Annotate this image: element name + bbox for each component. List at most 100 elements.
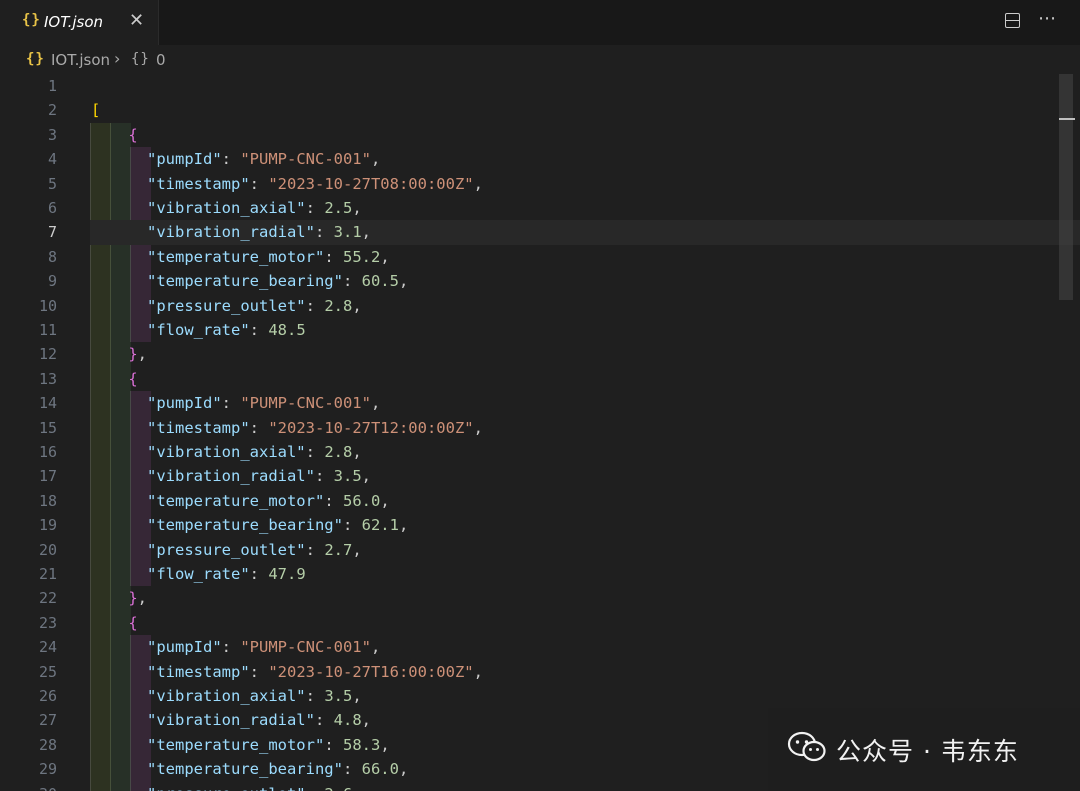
code-token: : bbox=[306, 785, 325, 791]
line-number: 10 bbox=[38, 296, 57, 315]
tab-iot-json[interactable]: {} IOT.json ✕ bbox=[0, 0, 159, 45]
scrollbar-thumb[interactable] bbox=[1059, 74, 1073, 300]
code-token: , bbox=[361, 711, 371, 730]
line-number: 14 bbox=[38, 394, 57, 413]
code-text: "timestamp": "2023-10-27T12:00:00Z", bbox=[91, 416, 483, 440]
close-icon[interactable]: ✕ bbox=[129, 10, 144, 32]
code-token: : bbox=[305, 296, 325, 315]
line-number: 9 bbox=[47, 272, 57, 291]
code-token: 48.5 bbox=[268, 321, 306, 339]
code-token: , bbox=[361, 467, 371, 486]
code-editor[interactable]: 1 2[3 {4 "pumpId": "PUMP-CNC-001", 5 "time… bbox=[0, 75, 1080, 791]
code-text: "vibration_axial": 3.5, bbox=[91, 684, 362, 708]
code-token: 62.1 bbox=[361, 516, 399, 535]
code-line[interactable] bbox=[0, 367, 1080, 391]
watermark-text: 公众号 · 韦东东 bbox=[836, 737, 1019, 766]
code-token: } bbox=[128, 345, 138, 364]
code-token: "timestamp" bbox=[147, 418, 250, 437]
line-number: 24 bbox=[38, 638, 57, 657]
code-text: "temperature_motor": 58.3, bbox=[91, 733, 390, 757]
code-token: , bbox=[352, 687, 362, 705]
code-text: "vibration_axial": 2.8, bbox=[91, 440, 362, 464]
code-line[interactable] bbox=[0, 123, 1080, 147]
line-number: 5 bbox=[47, 174, 57, 193]
code-token: "timestamp" bbox=[147, 662, 250, 681]
code-token: "PUMP-CNC-001" bbox=[240, 150, 371, 169]
code-line[interactable] bbox=[0, 586, 1080, 610]
code-text: "temperature_bearing": 66.0, bbox=[91, 757, 408, 781]
code-token: "pumpId" bbox=[147, 394, 222, 413]
line-number: 15 bbox=[38, 418, 57, 437]
code-token: , bbox=[370, 150, 381, 169]
line-number: 12 bbox=[38, 345, 57, 364]
code-token: "flow_rate" bbox=[147, 321, 250, 339]
code-line[interactable] bbox=[0, 342, 1080, 366]
code-token: , bbox=[370, 638, 381, 657]
chevron-right-icon: › bbox=[114, 49, 121, 68]
line-number: 2 bbox=[47, 101, 57, 120]
line-number: 23 bbox=[38, 613, 57, 632]
code-token: : bbox=[249, 565, 269, 583]
code-line[interactable] bbox=[0, 75, 1080, 98]
code-token: : bbox=[324, 735, 343, 754]
code-token: , bbox=[352, 443, 362, 461]
code-token: 3.5 bbox=[324, 687, 353, 705]
code-token: , bbox=[352, 199, 362, 217]
code-token: "pressure_outlet" bbox=[147, 785, 306, 791]
breadcrumb-item[interactable]: 0 bbox=[156, 51, 166, 69]
code-text: "pressure_outlet": 2.6, bbox=[91, 782, 362, 791]
code-token: , bbox=[398, 516, 409, 535]
code-token: , bbox=[398, 272, 409, 291]
code-token: , bbox=[352, 540, 362, 559]
code-token: "pumpId" bbox=[147, 150, 222, 169]
code-text: { bbox=[91, 123, 137, 147]
code-token: "temperature_bearing" bbox=[147, 272, 343, 291]
code-text: "timestamp": "2023-10-27T08:00:00Z", bbox=[91, 172, 483, 196]
line-number: 8 bbox=[47, 247, 57, 266]
line-number: 22 bbox=[38, 589, 57, 608]
code-token: : bbox=[221, 394, 241, 413]
code-token: 2.6 bbox=[324, 785, 352, 791]
code-token: { bbox=[128, 613, 138, 632]
code-token: { bbox=[128, 369, 138, 388]
breadcrumb-file[interactable]: IOT.json bbox=[51, 51, 110, 69]
code-token: 58.3 bbox=[342, 735, 381, 754]
code-token: , bbox=[137, 345, 148, 364]
code-token: "2023-10-27T08:00:00Z" bbox=[268, 174, 474, 193]
more-actions-icon[interactable]: ⋯ bbox=[1038, 8, 1057, 29]
code-token: 3.5 bbox=[333, 467, 362, 486]
wechat-icon bbox=[787, 731, 826, 762]
code-token: 55.2 bbox=[342, 247, 381, 266]
code-text: "pumpId": "PUMP-CNC-001", bbox=[91, 635, 380, 659]
code-token: : bbox=[249, 418, 269, 437]
code-token: "pressure_outlet" bbox=[147, 296, 306, 315]
code-line[interactable] bbox=[0, 98, 1080, 122]
code-token: "vibration_axial" bbox=[147, 443, 306, 461]
line-number: 29 bbox=[38, 760, 57, 779]
code-token: "vibration_radial" bbox=[147, 223, 315, 242]
code-token: : bbox=[324, 247, 343, 266]
code-token: : bbox=[249, 662, 269, 681]
line-number: 17 bbox=[38, 467, 57, 486]
code-text: "vibration_radial": 3.5, bbox=[91, 464, 371, 488]
split-editor-icon[interactable] bbox=[1005, 13, 1020, 28]
code-line[interactable] bbox=[0, 611, 1080, 635]
code-token: "2023-10-27T12:00:00Z" bbox=[268, 418, 474, 437]
tab-title: IOT.json bbox=[44, 13, 104, 31]
code-text: "vibration_radial": 3.1, bbox=[91, 220, 371, 244]
breadcrumb: {} IOT.json › {} 0 bbox=[0, 45, 1080, 75]
code-token: : bbox=[342, 760, 362, 779]
